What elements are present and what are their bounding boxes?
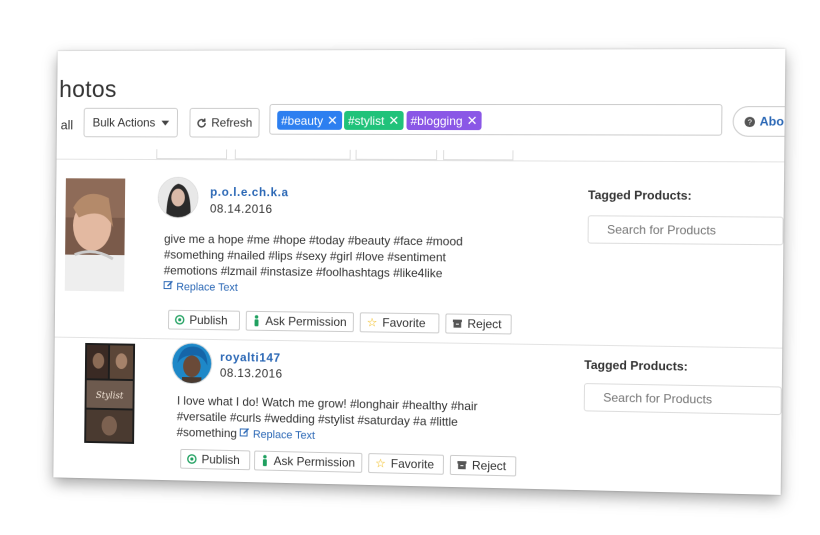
divider — [55, 337, 782, 349]
publish-label: Publish — [189, 313, 227, 327]
column-header-stub — [235, 149, 351, 159]
favorite-label: Favorite — [391, 457, 434, 472]
product-search-input[interactable] — [584, 383, 782, 415]
page-title: hotos — [59, 76, 117, 103]
replace-text-link[interactable]: Replace Text — [164, 281, 238, 294]
about-button[interactable]: ? Abo — [732, 106, 785, 137]
question-circle-icon: ? — [744, 116, 756, 127]
publish-button[interactable]: Publish — [180, 449, 250, 470]
post-caption: I love what I do! Watch me grow! #longha… — [177, 393, 503, 448]
about-label: Abo — [760, 114, 784, 128]
star-icon: ☆ — [367, 315, 378, 329]
person-icon — [253, 315, 261, 327]
photos-panel: hotos all Bulk Actions Refresh #beauty ✕… — [53, 49, 785, 495]
avatar — [171, 342, 212, 384]
ask-permission-label: Ask Permission — [265, 314, 346, 329]
replace-text-link[interactable]: Replace Text — [240, 428, 315, 441]
edit-icon — [164, 280, 174, 290]
bulk-actions-label: Bulk Actions — [92, 116, 155, 130]
tag-chip-stylist[interactable]: #stylist ✕ — [344, 111, 403, 130]
replace-text-label: Replace Text — [176, 281, 238, 294]
tagged-products-label: Tagged Products: — [588, 188, 692, 203]
tag-filter-input[interactable]: #beauty ✕ #stylist ✕ #blogging ✕ — [269, 104, 722, 136]
post-caption: give me a hope #me #hope #today #beauty … — [164, 231, 490, 299]
publish-icon — [187, 454, 197, 464]
star-icon: ☆ — [375, 456, 386, 470]
column-header-stub — [356, 150, 438, 160]
tag-chip-beauty[interactable]: #beauty ✕ — [277, 111, 342, 130]
svg-text:?: ? — [748, 117, 752, 126]
favorite-button[interactable]: ☆ Favorite — [368, 453, 444, 475]
ask-permission-button[interactable]: Ask Permission — [246, 311, 354, 332]
select-all-label[interactable]: all — [61, 118, 74, 133]
reject-button[interactable]: Reject — [450, 455, 517, 477]
chevron-down-icon — [161, 120, 169, 125]
person-icon — [261, 455, 269, 467]
post-photo[interactable] — [65, 178, 125, 291]
tag-chip-label: #stylist — [348, 113, 384, 127]
column-header-stub — [443, 150, 513, 160]
edit-icon — [240, 427, 250, 437]
post-username[interactable]: p.o.l.e.ch.k.a — [210, 185, 289, 199]
column-header-stub — [156, 149, 227, 159]
ask-permission-label: Ask Permission — [274, 454, 356, 470]
reject-label: Reject — [472, 458, 506, 473]
post-username[interactable]: royalti147 — [220, 350, 281, 365]
tag-chip-blogging[interactable]: #blogging ✕ — [406, 111, 481, 130]
tag-chip-label: #blogging — [410, 113, 462, 127]
reject-button[interactable]: Reject — [445, 313, 512, 334]
post-row: p.o.l.e.ch.k.a 08.14.2016 give me a hope… — [58, 49, 786, 51]
refresh-icon — [197, 117, 208, 128]
publish-button[interactable]: Publish — [168, 310, 240, 331]
post-date: 08.13.2016 — [220, 366, 283, 381]
archive-icon — [457, 460, 467, 470]
close-icon[interactable]: ✕ — [467, 114, 478, 127]
close-icon[interactable]: ✕ — [327, 114, 338, 127]
reject-label: Reject — [467, 317, 501, 332]
product-search-input[interactable] — [588, 215, 784, 245]
svg-text:Stylist: Stylist — [96, 391, 124, 401]
divider — [57, 159, 785, 163]
avatar — [158, 177, 199, 219]
caption-line: #something — [177, 425, 237, 440]
favorite-button[interactable]: ☆ Favorite — [360, 312, 440, 333]
refresh-label: Refresh — [211, 116, 252, 130]
tag-chip-label: #beauty — [281, 113, 323, 127]
favorite-label: Favorite — [382, 316, 425, 331]
tagged-products-label: Tagged Products: — [584, 358, 688, 374]
bulk-actions-button[interactable]: Bulk Actions — [83, 108, 178, 138]
post-photo[interactable]: Stylist — [84, 343, 135, 444]
publish-icon — [175, 315, 185, 325]
publish-label: Publish — [201, 452, 239, 467]
post-row: Stylist royalti147 08.13.2016 I love wha… — [58, 49, 786, 51]
post-date: 08.14.2016 — [210, 202, 273, 216]
archive-icon — [452, 319, 462, 329]
refresh-button[interactable]: Refresh — [189, 108, 259, 138]
ask-permission-button[interactable]: Ask Permission — [254, 451, 362, 473]
close-icon[interactable]: ✕ — [388, 114, 399, 127]
replace-text-label: Replace Text — [253, 429, 315, 442]
